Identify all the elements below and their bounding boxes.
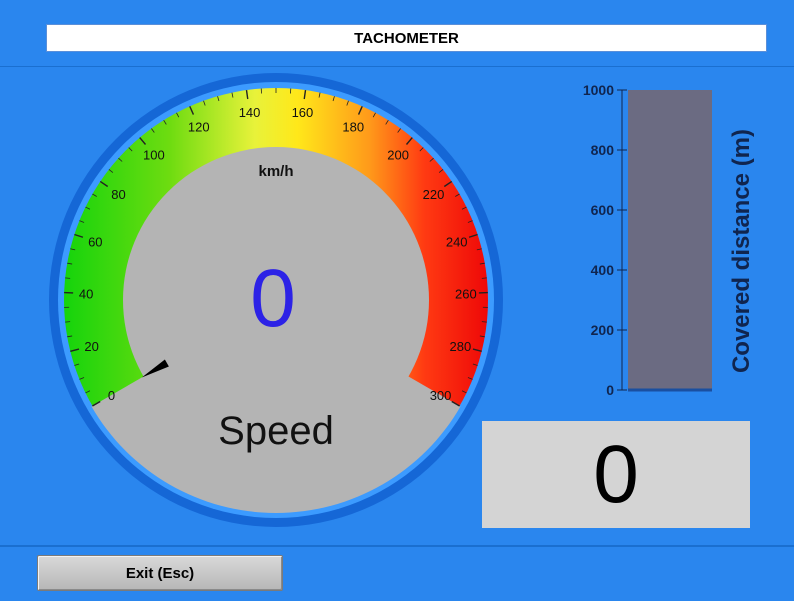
distance-tick-label: 0 xyxy=(606,382,614,398)
gauge-tick-label: 60 xyxy=(88,234,102,249)
distance-axis-title-text: Covered distance (m) xyxy=(728,128,755,374)
gauge-tick-label: 120 xyxy=(188,119,210,134)
distance-tick-label: 600 xyxy=(591,202,615,218)
gauge-tick-label: 240 xyxy=(446,234,468,249)
distance-tick-label: 200 xyxy=(591,322,615,338)
distance-tick-label: 1000 xyxy=(583,82,614,98)
gauge-tick-label: 280 xyxy=(450,339,472,354)
speed-label: Speed xyxy=(218,409,334,453)
gauge-tick-label: 20 xyxy=(84,339,98,354)
gauge-tick-label: 220 xyxy=(423,187,445,202)
gauge-tick-label: 40 xyxy=(79,286,93,301)
gauge-tick-label: 80 xyxy=(111,187,125,202)
gauge-minor-tick xyxy=(65,321,71,323)
gauge-minor-tick xyxy=(481,321,487,323)
speed-value: 0 xyxy=(250,253,296,344)
distance-tick-label: 400 xyxy=(591,262,615,278)
gauge-tick-label: 260 xyxy=(455,286,477,301)
exit-button[interactable]: Exit (Esc) xyxy=(37,555,283,591)
distance-readout: 0 xyxy=(482,421,750,528)
speed-unit-label: km/h xyxy=(258,163,293,180)
distance-bar-background xyxy=(628,90,712,390)
gauge-tick-label: 200 xyxy=(387,147,409,162)
gauge-tick-label: 140 xyxy=(239,105,261,120)
gauge-tick-label: 160 xyxy=(292,105,314,120)
gauge-tick-label: 300 xyxy=(430,388,452,403)
gauge-minor-tick xyxy=(481,277,487,279)
distance-tick-label: 800 xyxy=(591,142,615,158)
gauge-tick-label: 0 xyxy=(108,388,115,403)
gauge-tick-label: 180 xyxy=(342,119,364,134)
gauge-minor-tick xyxy=(65,277,71,279)
gauge-tick-label: 100 xyxy=(143,147,165,162)
